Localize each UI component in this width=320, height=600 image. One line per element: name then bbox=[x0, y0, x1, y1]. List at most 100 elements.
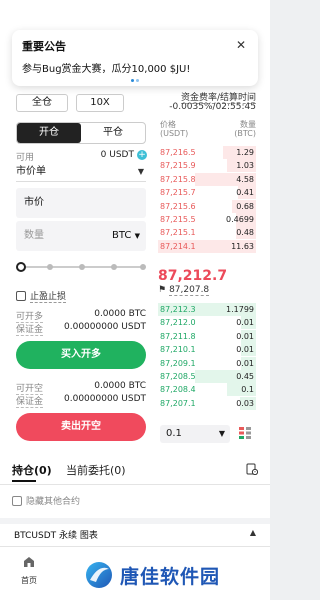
announcement-banner[interactable]: 重要公告 参与Bug赏金大赛，瓜分10,000 $JU! ✕ bbox=[12, 30, 258, 86]
can-open-short-row: 可开空 0.0000 BTC bbox=[16, 381, 146, 395]
ask-quantity: 11.63 bbox=[231, 241, 254, 251]
nav-home[interactable]: 首页 bbox=[14, 554, 44, 586]
add-funds-icon[interactable]: + bbox=[137, 150, 147, 160]
divider bbox=[0, 484, 270, 485]
slider-tick bbox=[140, 264, 146, 270]
quantity-slider[interactable] bbox=[16, 260, 146, 274]
quantity-unit-select[interactable]: BTC ▼ bbox=[112, 221, 140, 251]
price-column-header: 价格 (USDT) bbox=[160, 120, 189, 138]
announcement-title: 重要公告 bbox=[22, 40, 66, 53]
leverage-button[interactable]: 10X bbox=[76, 94, 124, 112]
bid-price: 87,210.1 bbox=[160, 345, 196, 355]
bid-price: 87,208.5 bbox=[160, 372, 196, 381]
quantity-placeholder: 数量 bbox=[24, 230, 44, 241]
ask-quantity: 4.58 bbox=[236, 174, 254, 184]
bid-row[interactable]: 87,210.1 0.01 bbox=[158, 343, 256, 357]
chart-toggle-label[interactable]: BTCUSDT 永续 图表 bbox=[14, 528, 98, 541]
tab-positions[interactable]: 持仓(0) bbox=[12, 462, 52, 478]
tab-indicator bbox=[12, 480, 36, 482]
available-balance: 0 USDT bbox=[100, 150, 134, 160]
ask-row[interactable]: 87,215.6 0.68 bbox=[158, 199, 256, 213]
ask-price: 87,215.6 bbox=[160, 201, 196, 211]
bid-quantity: 0.03 bbox=[236, 398, 254, 408]
tpsl-checkbox[interactable]: 止盈止损 bbox=[16, 289, 67, 303]
mark-price[interactable]: ⚑ 87,207.8 bbox=[158, 285, 210, 296]
margin-short-row: 保证金 0.00000000 USDT bbox=[16, 394, 146, 408]
order-history-icon[interactable] bbox=[246, 463, 258, 475]
section-gap bbox=[0, 518, 270, 524]
bid-row[interactable]: 87,208.5 0.45 bbox=[158, 370, 256, 383]
tab-open[interactable]: 开仓 bbox=[17, 123, 81, 143]
open-close-switch: 开仓 平仓 bbox=[16, 122, 146, 144]
quantity-field[interactable]: 数量 BTC ▼ bbox=[16, 221, 146, 251]
bid-row[interactable]: 87,211.8 0.01 bbox=[158, 329, 256, 343]
ask-price: 87,215.1 bbox=[160, 228, 196, 238]
caret-down-icon: ▼ bbox=[134, 232, 140, 240]
bid-quantity: 0.01 bbox=[236, 318, 254, 328]
hide-other-contracts-checkbox[interactable]: 隐藏其他合约 bbox=[12, 494, 80, 507]
caret-down-icon: ▼ bbox=[218, 429, 225, 438]
qty-column-header: 数量 (BTC) bbox=[234, 120, 256, 138]
can-open-long-row: 可开多 0.0000 BTC bbox=[16, 309, 146, 323]
slider-tick bbox=[79, 264, 85, 270]
ask-row[interactable]: 87,215.9 1.03 bbox=[158, 159, 256, 173]
tab-open-orders[interactable]: 当前委托(0) bbox=[66, 462, 126, 478]
ask-quantity: 0.68 bbox=[236, 201, 254, 211]
ask-row[interactable]: 87,215.5 0.4699 bbox=[158, 213, 256, 226]
bid-price: 87,212.3 bbox=[160, 305, 196, 314]
ask-row[interactable]: 87,216.5 1.29 bbox=[158, 146, 256, 159]
depth-precision-select[interactable]: 0.1 ▼ bbox=[160, 425, 230, 443]
slider-handle[interactable] bbox=[16, 262, 26, 272]
caret-down-icon: ▼ bbox=[137, 167, 144, 176]
bid-row[interactable]: 87,209.1 0.01 bbox=[158, 356, 256, 370]
ask-quantity: 0.48 bbox=[236, 228, 254, 238]
bid-row[interactable]: 87,207.1 0.03 bbox=[158, 396, 256, 410]
bid-row[interactable]: 87,212.0 0.01 bbox=[158, 316, 256, 330]
bid-quantity: 0.01 bbox=[236, 345, 254, 355]
margin-long-row: 保证金 0.00000000 USDT bbox=[16, 322, 146, 336]
announcement-body[interactable]: 参与Bug赏金大赛，瓜分10,000 $JU! bbox=[22, 60, 248, 75]
ask-quantity: 0.4699 bbox=[226, 215, 254, 224]
order-type-value: 市价单 bbox=[16, 166, 46, 177]
divider bbox=[0, 546, 270, 547]
slider-tick bbox=[111, 264, 117, 270]
caret-up-icon[interactable]: ▲ bbox=[250, 528, 256, 537]
bid-price: 87,212.0 bbox=[160, 318, 196, 328]
sell-open-short-button[interactable]: 卖出开空 bbox=[16, 413, 146, 441]
buy-open-long-button[interactable]: 买入开多 bbox=[16, 341, 146, 369]
bid-quantity: 1.1799 bbox=[226, 305, 254, 314]
ask-price: 87,215.8 bbox=[160, 174, 196, 184]
flag-icon: ⚑ bbox=[158, 285, 167, 295]
margin-mode-button[interactable]: 全仓 bbox=[16, 94, 68, 112]
ask-price: 87,216.5 bbox=[160, 148, 196, 157]
carousel-indicator bbox=[12, 79, 258, 82]
ask-row[interactable]: 87,214.1 11.63 bbox=[158, 239, 256, 253]
ask-price: 87,214.1 bbox=[160, 241, 196, 251]
watermark-logo-icon bbox=[86, 562, 112, 588]
ask-quantity: 1.03 bbox=[236, 161, 254, 171]
bid-row[interactable]: 87,208.4 0.1 bbox=[158, 383, 256, 397]
ask-row[interactable]: 87,215.1 0.48 bbox=[158, 226, 256, 240]
order-type-select[interactable]: 市价单 ▼ bbox=[16, 164, 146, 182]
orderbook-layout-icon[interactable] bbox=[238, 426, 252, 440]
ask-quantity: 1.29 bbox=[236, 148, 254, 157]
bid-price: 87,207.1 bbox=[160, 398, 196, 408]
ask-row[interactable]: 87,215.7 0.41 bbox=[158, 186, 256, 200]
available-label: 可用 bbox=[16, 153, 35, 163]
trading-screen: 重要公告 参与Bug赏金大赛，瓜分10,000 $JU! ✕ 全仓 10X 资金… bbox=[0, 0, 270, 600]
price-field[interactable]: 市价 bbox=[16, 188, 146, 218]
ask-row[interactable]: 87,215.8 4.58 bbox=[158, 172, 256, 186]
ask-quantity: 0.41 bbox=[236, 188, 254, 198]
tab-close[interactable]: 平仓 bbox=[81, 123, 145, 143]
checkbox-icon bbox=[12, 495, 22, 506]
bid-row[interactable]: 87,212.3 1.1799 bbox=[158, 303, 256, 316]
close-icon[interactable]: ✕ bbox=[236, 38, 246, 52]
ask-price: 87,215.5 bbox=[160, 215, 196, 224]
bid-quantity: 0.01 bbox=[236, 331, 254, 341]
watermark: 唐佳软件园 bbox=[84, 558, 220, 592]
home-icon bbox=[24, 557, 34, 567]
ask-price: 87,215.7 bbox=[160, 188, 196, 198]
slider-tick bbox=[47, 264, 53, 270]
bid-quantity: 0.1 bbox=[241, 385, 254, 395]
bid-price: 87,208.4 bbox=[160, 385, 196, 395]
